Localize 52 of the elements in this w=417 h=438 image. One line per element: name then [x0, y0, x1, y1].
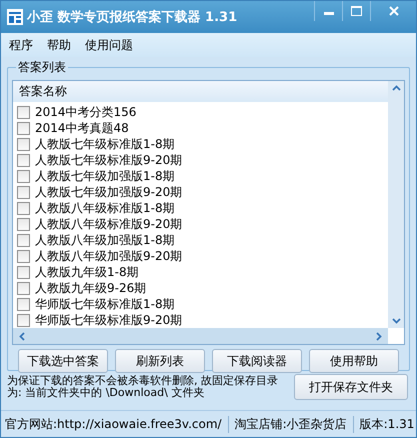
list-item[interactable]: 2014中考真题48 — [35, 120, 129, 136]
list-item[interactable]: 人教版八年级标准版1-8期 — [35, 200, 175, 216]
notice-text: 为保证下载的答案不会被杀毒软件删除, 故固定保存目录为: 当前文件夹中的 \Download\ 文件夹 — [7, 375, 279, 399]
status-text: 淘宝店铺:小歪杂货店 — [228, 416, 353, 432]
checkbox[interactable] — [17, 314, 30, 326]
status-text: 版本:1.31 — [352, 416, 417, 432]
list-item[interactable]: 人教版七年级标准版9-20期 — [35, 152, 182, 168]
scroll-down-icon — [392, 318, 400, 324]
open-folder-button[interactable]: 打开保存文件夹 — [294, 374, 408, 400]
action-button[interactable]: 下载阅读器 — [212, 349, 302, 373]
list-item[interactable]: 华师版七年级标准版9-20期 — [35, 312, 182, 328]
group-title: 答案列表 — [16, 60, 68, 74]
checkbox[interactable] — [17, 170, 30, 182]
list-item[interactable]: 人教版九年级9-26期 — [35, 280, 146, 296]
checkbox[interactable] — [17, 234, 30, 246]
scroll-right-icon — [376, 332, 382, 340]
action-button[interactable]: 使用帮助 — [309, 349, 399, 373]
action-button[interactable]: 刷新列表 — [115, 349, 205, 373]
app-icon — [7, 9, 23, 25]
list-item[interactable]: 华师版七年级标准版1-8期 — [35, 296, 175, 312]
checkbox[interactable] — [17, 106, 30, 118]
menu-item[interactable]: 帮助 — [47, 36, 71, 54]
list-item[interactable]: 2014中考分类156 — [35, 104, 136, 120]
list-item[interactable]: 人教版八年级加强版1-8期 — [35, 232, 175, 248]
column-header[interactable]: 答案名称 — [13, 81, 388, 102]
status-text: 官方网站:http://xiaowaie.free3v.com/ — [5, 416, 223, 432]
close-icon — [388, 6, 398, 16]
checkbox[interactable] — [17, 218, 30, 230]
checkbox[interactable] — [17, 138, 30, 150]
list-item[interactable]: 人教版八年级加强版9-20期 — [35, 248, 182, 264]
window-title: 小歪 数学专页报纸答案下载器 1.31 — [27, 8, 238, 26]
maximize-icon — [351, 6, 362, 16]
vertical-scrollbar[interactable] — [388, 81, 404, 328]
checkbox[interactable] — [17, 186, 30, 198]
checkbox[interactable] — [17, 250, 30, 262]
checkbox[interactable] — [17, 266, 30, 278]
list-item[interactable]: 人教版八年级标准版9-20期 — [35, 216, 182, 232]
checkbox[interactable] — [17, 202, 30, 214]
list-item[interactable]: 人教版九年级1-8期 — [35, 264, 139, 280]
scroll-up-icon — [392, 85, 400, 91]
scroll-left-icon — [19, 332, 25, 340]
action-button[interactable]: 下载选中答案 — [18, 349, 108, 373]
list-item[interactable]: 人教版七年级加强版1-8期 — [35, 168, 175, 184]
checkbox[interactable] — [17, 298, 30, 310]
checkbox[interactable] — [17, 282, 30, 294]
list-item[interactable]: 人教版七年级标准版1-8期 — [35, 136, 175, 152]
checkbox[interactable] — [17, 154, 30, 166]
menu-item[interactable]: 使用问题 — [85, 36, 133, 54]
horizontal-scrollbar[interactable] — [13, 328, 388, 344]
list-item[interactable]: 人教版七年级加强版9-20期 — [35, 184, 182, 200]
menu-item[interactable]: 程序 — [9, 36, 33, 54]
checkbox[interactable] — [17, 122, 30, 134]
